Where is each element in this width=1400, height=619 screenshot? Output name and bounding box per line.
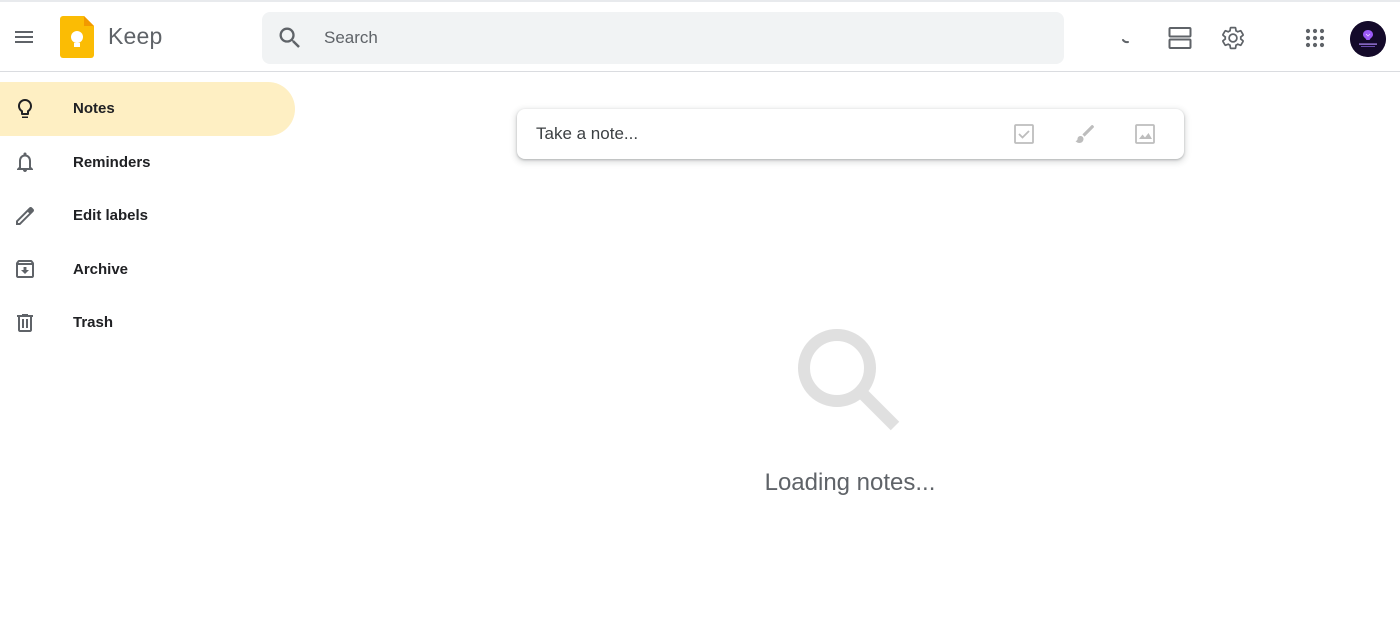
bell-icon (12, 149, 38, 175)
sidebar-item-archive[interactable]: Archive (0, 243, 295, 297)
pencil-icon (12, 203, 38, 229)
sidebar-item-label: Archive (73, 260, 129, 278)
main-menu-button[interactable] (4, 17, 44, 57)
lightbulb-icon (12, 96, 38, 122)
main-menu-icon (15, 31, 33, 43)
sidebar-item-label: Edit labels (73, 207, 149, 225)
apps-button[interactable] (1295, 18, 1335, 58)
new-drawing-icon (1075, 125, 1094, 143)
search-icon[interactable] (276, 24, 304, 52)
loading-status-text: Loading notes... (764, 469, 936, 496)
sidebar-item-label: Reminders (73, 153, 151, 171)
trash-icon (12, 310, 38, 336)
sidebar-item-reminders[interactable]: Reminders (0, 136, 295, 190)
search-input[interactable] (324, 12, 1024, 64)
settings-icon (1222, 26, 1244, 50)
refresh-icon (1122, 39, 1129, 44)
search-icon (795, 326, 905, 436)
search-bar[interactable] (262, 12, 1064, 64)
sidebar-item-label: Notes (73, 100, 115, 118)
sidebar-item-trash[interactable]: Trash (0, 296, 295, 350)
new-list-icon (1014, 124, 1034, 144)
sidebar-item-notes[interactable]: Notes (0, 82, 295, 136)
new-image-button[interactable] (1130, 119, 1160, 149)
account-avatar[interactable] (1350, 21, 1386, 57)
take-note-box[interactable]: Take a note... (517, 109, 1184, 159)
new-drawing-button[interactable] (1070, 119, 1100, 149)
new-list-button[interactable] (1009, 119, 1039, 149)
list-view-button[interactable] (1160, 18, 1200, 58)
apps-grid-icon (1305, 28, 1325, 48)
sidebar: Notes Reminders Edit labels Archive Tras… (0, 82, 300, 350)
take-note-placeholder[interactable]: Take a note... (536, 124, 638, 144)
sidebar-item-edit-labels[interactable]: Edit labels (0, 189, 295, 243)
sidebar-item-label: Trash (73, 314, 114, 332)
footer-mark (95, 612, 100, 615)
archive-icon (12, 256, 38, 282)
settings-button[interactable] (1213, 18, 1253, 58)
keep-logo-icon[interactable] (60, 16, 94, 58)
new-image-icon (1135, 124, 1155, 144)
refresh-button[interactable] (1102, 18, 1142, 58)
app-name[interactable]: Keep (108, 23, 163, 50)
list-view-icon (1168, 27, 1192, 49)
app-header: Keep (0, 2, 1400, 72)
